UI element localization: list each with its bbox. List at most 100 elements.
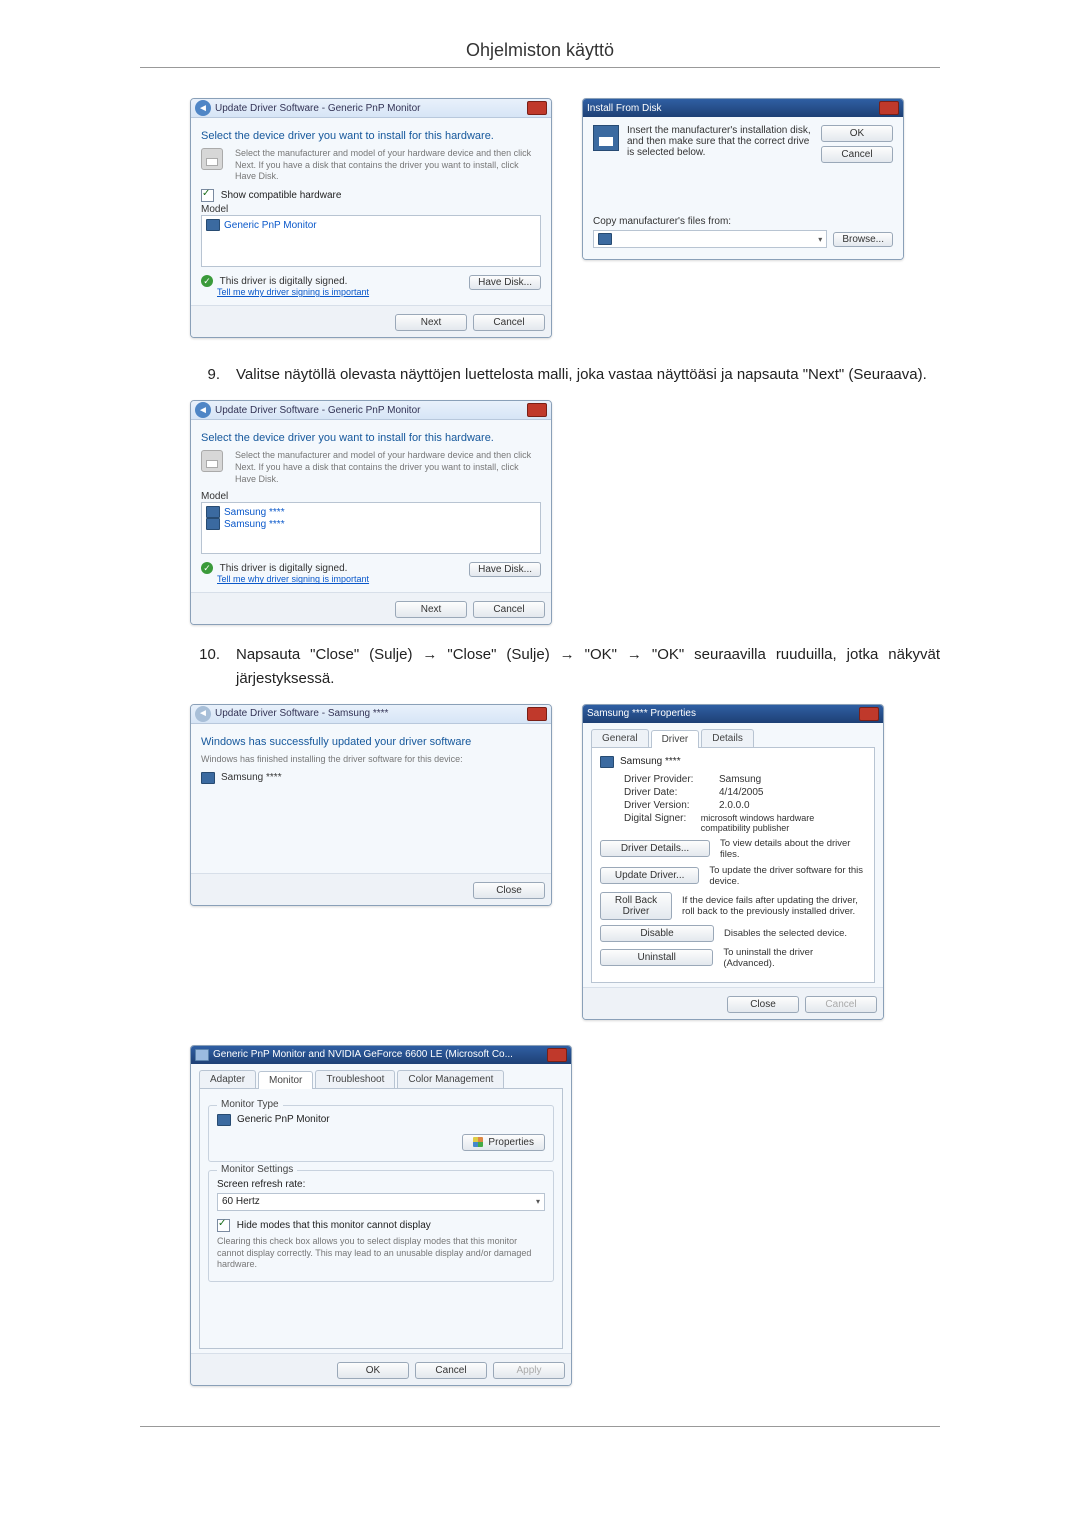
cancel-button[interactable]: Cancel bbox=[821, 146, 893, 163]
monitor-icon bbox=[206, 506, 220, 518]
model-list[interactable]: Samsung **** Samsung **** bbox=[201, 502, 541, 554]
value: 4/14/2005 bbox=[719, 787, 764, 798]
monitor-icon bbox=[217, 1114, 231, 1126]
copy-from-path-dropdown[interactable]: ▾ bbox=[593, 230, 827, 248]
monitor-type-name: Generic PnP Monitor bbox=[237, 1114, 330, 1125]
refresh-rate-label: Screen refresh rate: bbox=[217, 1179, 545, 1190]
driver-details-button[interactable]: Driver Details... bbox=[600, 840, 710, 857]
close-button[interactable]: Close bbox=[727, 996, 799, 1013]
label: Driver Version: bbox=[624, 800, 719, 811]
description: If the device fails after updating the d… bbox=[682, 895, 866, 917]
shield-icon: ✓ bbox=[201, 562, 213, 574]
driver-disk-icon bbox=[201, 450, 223, 472]
back-icon[interactable]: ◄ bbox=[195, 100, 211, 116]
signed-text: This driver is digitally signed. bbox=[220, 563, 348, 574]
model-label: Model bbox=[201, 491, 541, 502]
tab-monitor[interactable]: Monitor bbox=[258, 1071, 313, 1089]
device-name: Samsung **** bbox=[620, 756, 681, 767]
dialog-update-driver-generic: ◄ Update Driver Software - Generic PnP M… bbox=[190, 98, 552, 338]
model-item[interactable]: Samsung **** bbox=[206, 518, 536, 530]
cancel-button[interactable]: Cancel bbox=[415, 1362, 487, 1379]
tab-adapter[interactable]: Adapter bbox=[199, 1070, 256, 1088]
copy-from-label: Copy manufacturer's files from: bbox=[593, 216, 893, 227]
ok-button[interactable]: OK bbox=[821, 125, 893, 142]
cancel-button: Cancel bbox=[805, 996, 877, 1013]
back-icon: ◄ bbox=[195, 706, 211, 722]
properties-button[interactable]: Properties bbox=[462, 1134, 545, 1151]
breadcrumb: Update Driver Software - Samsung **** bbox=[215, 708, 388, 719]
have-disk-button[interactable]: Have Disk... bbox=[469, 275, 541, 290]
shield-icon: ✓ bbox=[201, 275, 213, 287]
close-icon[interactable] bbox=[527, 403, 547, 417]
dialog-update-done: ◄ Update Driver Software - Samsung **** … bbox=[190, 704, 552, 906]
refresh-rate-dropdown[interactable]: 60 Hertz ▾ bbox=[217, 1193, 545, 1211]
divider-top bbox=[140, 67, 940, 68]
model-list[interactable]: Generic PnP Monitor bbox=[201, 215, 541, 267]
floppy-icon bbox=[593, 125, 619, 151]
show-compatible-label: Show compatible hardware bbox=[221, 190, 342, 201]
step-number: 9. bbox=[190, 363, 220, 386]
heading: Windows has successfully updated your dr… bbox=[201, 736, 541, 748]
close-icon[interactable] bbox=[879, 101, 899, 115]
browse-button[interactable]: Browse... bbox=[833, 232, 893, 247]
close-button[interactable]: Close bbox=[473, 882, 545, 899]
have-disk-button[interactable]: Have Disk... bbox=[469, 562, 541, 577]
dialog-driver-properties: Samsung **** Properties General Driver D… bbox=[582, 704, 884, 1020]
dialog-update-driver-samsung-list: ◄ Update Driver Software - Generic PnP M… bbox=[190, 400, 552, 625]
cancel-button[interactable]: Cancel bbox=[473, 601, 545, 618]
heading: Select the device driver you want to ins… bbox=[201, 130, 541, 142]
divider-bottom bbox=[140, 1426, 940, 1427]
model-item[interactable]: Samsung **** bbox=[206, 506, 536, 518]
drive-icon bbox=[598, 233, 612, 245]
close-icon[interactable] bbox=[859, 707, 879, 721]
monitor-icon bbox=[206, 219, 220, 231]
description: To uninstall the driver (Advanced). bbox=[723, 947, 866, 969]
tab-general[interactable]: General bbox=[591, 729, 649, 747]
value: 2.0.0.0 bbox=[719, 800, 750, 811]
signing-info-link[interactable]: Tell me why driver signing is important bbox=[217, 574, 369, 584]
description: Disables the selected device. bbox=[724, 928, 847, 939]
close-icon[interactable] bbox=[547, 1048, 567, 1062]
driver-disk-icon bbox=[201, 148, 223, 170]
tab-driver[interactable]: Driver bbox=[651, 730, 700, 748]
step-10: 10. Napsauta "Close" (Sulje) → "Close" (… bbox=[190, 643, 940, 690]
hide-modes-description: Clearing this check box allows you to se… bbox=[217, 1236, 545, 1271]
label: Digital Signer: bbox=[624, 813, 701, 833]
description: To update the driver software for this d… bbox=[709, 865, 866, 887]
ok-button[interactable]: OK bbox=[337, 1362, 409, 1379]
next-button[interactable]: Next bbox=[395, 601, 467, 618]
tab-color-management[interactable]: Color Management bbox=[397, 1070, 504, 1088]
disable-button[interactable]: Disable bbox=[600, 925, 714, 942]
refresh-rate-value: 60 Hertz bbox=[222, 1196, 260, 1207]
monitor-icon bbox=[195, 1049, 209, 1061]
device-name: Samsung **** bbox=[221, 772, 282, 783]
model-label: Model bbox=[201, 204, 541, 215]
rollback-driver-button[interactable]: Roll Back Driver bbox=[600, 892, 672, 920]
value: microsoft windows hardware compatibility… bbox=[701, 813, 866, 833]
description: To view details about the driver files. bbox=[720, 838, 866, 860]
signing-info-link[interactable]: Tell me why driver signing is important bbox=[217, 287, 369, 297]
label: Driver Date: bbox=[624, 787, 719, 798]
tab-details[interactable]: Details bbox=[701, 729, 754, 747]
value: Samsung bbox=[719, 774, 761, 785]
shield-icon bbox=[473, 1137, 483, 1147]
tab-troubleshoot[interactable]: Troubleshoot bbox=[315, 1070, 395, 1088]
hint-text: Select the manufacturer and model of you… bbox=[235, 148, 541, 183]
monitor-icon bbox=[201, 772, 215, 784]
group-monitor-type: Monitor Type bbox=[217, 1099, 283, 1110]
close-icon[interactable] bbox=[527, 101, 547, 115]
show-compatible-checkbox[interactable] bbox=[201, 189, 214, 202]
monitor-icon bbox=[600, 756, 614, 768]
step-text: Valitse näytöllä olevasta näyttöjen luet… bbox=[236, 363, 940, 386]
hide-modes-checkbox[interactable] bbox=[217, 1219, 230, 1232]
model-item[interactable]: Generic PnP Monitor bbox=[206, 219, 536, 231]
cancel-button[interactable]: Cancel bbox=[473, 314, 545, 331]
close-icon[interactable] bbox=[527, 707, 547, 721]
chevron-down-icon: ▾ bbox=[818, 235, 822, 244]
uninstall-button[interactable]: Uninstall bbox=[600, 949, 713, 966]
update-driver-button[interactable]: Update Driver... bbox=[600, 867, 699, 884]
dialog-title: Samsung **** Properties bbox=[587, 708, 696, 719]
dialog-install-from-disk: Install From Disk Insert the manufacture… bbox=[582, 98, 904, 260]
back-icon[interactable]: ◄ bbox=[195, 402, 211, 418]
next-button[interactable]: Next bbox=[395, 314, 467, 331]
